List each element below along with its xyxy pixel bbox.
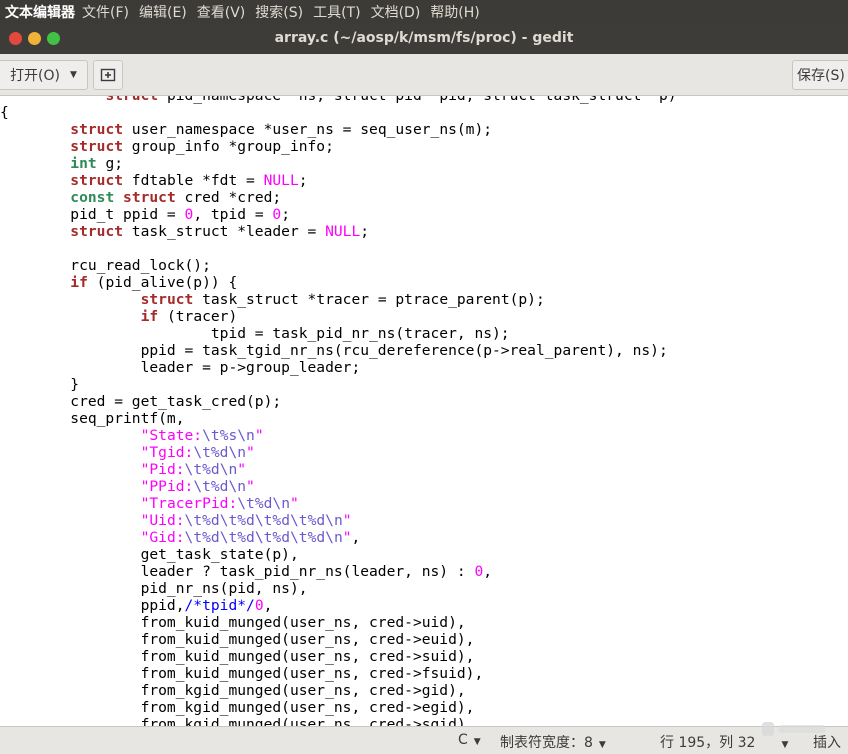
tab-width-label: 制表符宽度：8 xyxy=(500,735,593,751)
menu-documents[interactable]: 文档(D) xyxy=(366,2,426,22)
code-line: "Uid:\t%d\t%d\t%d\t%d\n" xyxy=(140,512,352,529)
code-line: struct task_struct *leader = NULL; xyxy=(70,223,370,240)
new-tab-icon xyxy=(100,68,116,82)
code-line: leader ? task_pid_nr_ns(leader, ns) : 0, xyxy=(0,563,493,580)
menu-view[interactable]: 查看(V) xyxy=(192,2,251,22)
code-line: const struct cred *cred; xyxy=(70,189,282,206)
code-line: from_kuid_munged(user_ns, cred->uid), xyxy=(0,614,466,631)
code-line: "Tgid:\t%d\n" xyxy=(140,444,255,461)
code-line: struct fdtable *fdt = NULL; xyxy=(70,172,308,189)
menu-help[interactable]: 帮助(H) xyxy=(425,2,484,22)
chevron-down-icon: ▼ xyxy=(70,70,77,80)
code-line: pid_nr_ns(pid, ns), xyxy=(0,580,308,597)
code-line: "State:\t%s\n" xyxy=(140,427,264,444)
code-line: if (pid_alive(p)) { xyxy=(70,274,238,291)
code-line: from_kgid_munged(user_ns, cred->gid), xyxy=(0,682,466,699)
code-line: "Gid:\t%d\t%d\t%d\t%d\n", xyxy=(140,529,361,546)
code-line: ppid,/*tpid*/0, xyxy=(0,597,273,614)
tab-width-selector[interactable]: 制表符宽度：8 ▼ xyxy=(500,732,606,752)
menu-bar: 文本编辑器 文件(F) 编辑(E) 查看(V) 搜索(S) 工具(T) 文档(D… xyxy=(0,0,848,24)
code-line: { xyxy=(0,104,9,121)
code-line: "TracerPid:\t%d\n" xyxy=(140,495,299,512)
code-line: "PPid:\t%d\n" xyxy=(140,478,255,495)
code-line: from_kuid_munged(user_ns, cred->euid), xyxy=(0,631,475,648)
status-bar: C ▼ 制表符宽度：8 ▼ 行 195，列 32 ▼ 插入 xyxy=(0,726,848,754)
code-line: seq_printf(m, xyxy=(0,410,185,427)
code-line: leader = p->group_leader; xyxy=(0,359,361,376)
code-text: struct pid_namespace *ns, struct pid *pi… xyxy=(0,96,677,726)
code-line: from_kuid_munged(user_ns, cred->suid), xyxy=(0,648,475,665)
code-line: rcu_read_lock(); xyxy=(0,257,211,274)
code-line: struct pid_namespace *ns, struct pid *pi… xyxy=(0,96,676,104)
language-label: C xyxy=(458,732,468,748)
menu-file[interactable]: 文件(F) xyxy=(77,2,134,22)
code-line: } xyxy=(0,376,80,393)
save-label: 保存(S) xyxy=(797,68,845,84)
menu-search[interactable]: 搜索(S) xyxy=(250,2,308,22)
code-editor[interactable]: struct pid_namespace *ns, struct pid *pi… xyxy=(0,96,848,726)
code-line: ppid = task_tgid_nr_ns(rcu_dereference(p… xyxy=(0,342,668,359)
code-line: from_kgid_munged(user_ns, cred->egid), xyxy=(0,699,475,716)
code-line: struct task_struct *tracer = ptrace_pare… xyxy=(140,291,545,308)
open-button[interactable]: 打开(O) ▼ xyxy=(0,60,88,90)
app-name: 文本编辑器 xyxy=(5,5,75,21)
code-line: from_kgid_munged(user_ns, cred->sgid), xyxy=(0,716,475,726)
open-label: 打开(O) xyxy=(10,68,61,84)
code-line: struct user_namespace *user_ns = seq_use… xyxy=(70,121,493,138)
chevron-down-icon: ▼ xyxy=(473,737,481,747)
code-line: pid_t ppid = 0, tpid = 0; xyxy=(0,206,290,223)
window-title: array.c (~/aosp/k/msm/fs/proc) - gedit xyxy=(274,30,574,46)
language-selector[interactable]: C ▼ xyxy=(458,732,481,748)
toolbar: 打开(O) ▼ 保存(S) xyxy=(0,54,848,96)
code-line: int g; xyxy=(70,155,124,172)
code-line: cred = get_task_cred(p); xyxy=(0,393,282,410)
title-bar: array.c (~/aosp/k/msm/fs/proc) - gedit xyxy=(0,24,848,54)
watermark-logo xyxy=(762,722,826,736)
code-line: get_task_state(p), xyxy=(0,546,299,563)
menu-edit[interactable]: 编辑(E) xyxy=(134,2,192,22)
cursor-position-label: 行 195，列 32 xyxy=(660,735,756,751)
code-line: if (tracer) xyxy=(140,308,238,325)
chevron-down-icon: ▼ xyxy=(598,740,606,750)
save-button[interactable]: 保存(S) xyxy=(792,60,848,90)
code-line: struct group_info *group_info; xyxy=(70,138,334,155)
new-tab-button[interactable] xyxy=(93,60,123,90)
code-line: tpid = task_pid_nr_ns(tracer, ns); xyxy=(0,325,510,342)
menu-tools[interactable]: 工具(T) xyxy=(308,2,365,22)
code-line: "Pid:\t%d\n" xyxy=(140,461,247,478)
code-line: from_kuid_munged(user_ns, cred->fsuid), xyxy=(0,665,484,682)
